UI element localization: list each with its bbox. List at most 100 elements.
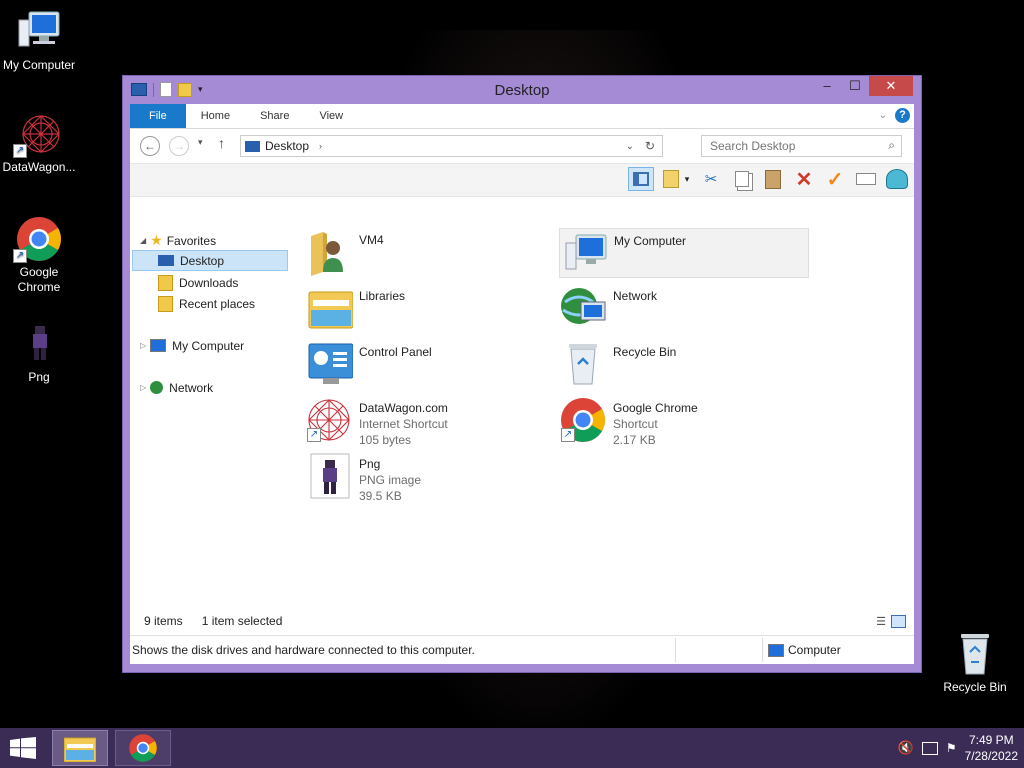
- file-item[interactable]: Libraries: [305, 284, 555, 334]
- expand-ribbon-icon[interactable]: ⌄: [879, 110, 887, 121]
- navigation-bar: ← → ▾ ↑ Desktop › ⌄ ↻ Search Desktop ⌕: [130, 129, 914, 163]
- taskbar-file-explorer[interactable]: [52, 730, 108, 766]
- network-icon: [559, 284, 609, 334]
- status-bar: 9 items 1 item selected ☰: [130, 610, 914, 632]
- file-name: VM4: [359, 233, 384, 247]
- chrome-icon: ↗: [559, 396, 609, 446]
- refresh-icon[interactable]: ↻: [645, 139, 655, 153]
- minimize-button[interactable]: –: [813, 76, 841, 96]
- copy-button[interactable]: [729, 167, 755, 191]
- desktop-icon-png[interactable]: Png: [0, 320, 79, 385]
- network-icon: [150, 381, 164, 394]
- desktop-icon-label: DataWagon...: [2, 160, 76, 174]
- file-item[interactable]: VM4: [305, 228, 555, 278]
- tab-view[interactable]: View: [304, 104, 358, 128]
- breadcrumb-chevron-icon[interactable]: ›: [319, 141, 322, 151]
- title-bar[interactable]: ▾ Desktop – ☐ ✕: [123, 76, 921, 104]
- file-name: Libraries: [359, 289, 406, 303]
- checklist-icon: [662, 170, 679, 188]
- details-description: Shows the disk drives and hardware conne…: [132, 643, 475, 657]
- computer-icon: [560, 229, 610, 279]
- cut-button[interactable]: ✂: [698, 167, 724, 191]
- file-item[interactable]: Png PNG image 39.5 KB: [305, 452, 555, 503]
- explorer-window[interactable]: ▾ Desktop – ☐ ✕ File Home Share View ⌄ ?…: [122, 75, 922, 673]
- desktop-icon-recycle-bin[interactable]: Recycle Bin: [935, 630, 1015, 695]
- start-button[interactable]: [10, 737, 36, 762]
- close-button[interactable]: ✕: [869, 76, 913, 96]
- up-button[interactable]: ↑: [218, 135, 225, 151]
- address-dropdown-icon[interactable]: ⌄: [626, 141, 634, 152]
- datawagon-icon: ↗: [13, 110, 63, 158]
- file-item[interactable]: ↗ DataWagon.com Internet Shortcut 105 by…: [305, 396, 555, 447]
- address-location[interactable]: Desktop: [265, 139, 309, 153]
- select-button[interactable]: ▾: [659, 167, 693, 191]
- network-status-icon[interactable]: [921, 741, 938, 755]
- back-button[interactable]: ←: [140, 136, 160, 156]
- tab-share[interactable]: Share: [245, 104, 304, 128]
- address-bar[interactable]: Desktop › ⌄ ↻: [240, 135, 663, 157]
- computer-icon: [768, 643, 784, 657]
- nav-network[interactable]: ▷ Network: [140, 377, 280, 398]
- file-name: Network: [613, 289, 658, 303]
- preview-pane-button[interactable]: [628, 167, 654, 191]
- delete-button[interactable]: ✕: [791, 167, 817, 191]
- volume-muted-icon[interactable]: 🔇: [898, 740, 914, 756]
- rename-button[interactable]: [853, 167, 879, 191]
- clipboard-icon: [765, 169, 781, 189]
- chrome-icon: ↗: [13, 215, 63, 263]
- nav-recent-places-label: Recent places: [179, 296, 256, 311]
- nav-favorites[interactable]: ◢ ★ Favorites: [140, 230, 280, 251]
- expand-arrow-icon[interactable]: ▷: [140, 383, 146, 392]
- file-item[interactable]: ↗ Google Chrome Shortcut 2.17 KB: [559, 396, 809, 447]
- window-title: Desktop: [494, 82, 550, 99]
- search-box[interactable]: Search Desktop ⌕: [701, 135, 902, 157]
- item-count: 9 items: [144, 614, 183, 628]
- nav-recent-places[interactable]: Recent places: [158, 293, 288, 314]
- taskbar-google-chrome[interactable]: [115, 730, 171, 766]
- file-type: Internet Shortcut: [359, 417, 448, 431]
- checkmark-icon: ✓: [826, 168, 844, 191]
- desktop-location-icon: [245, 140, 260, 152]
- recycle-bin-icon: [951, 630, 999, 678]
- collapse-arrow-icon[interactable]: ◢: [140, 236, 146, 245]
- file-item[interactable]: Recycle Bin: [559, 340, 809, 390]
- nav-downloads[interactable]: Downloads: [158, 272, 288, 293]
- file-size: 39.5 KB: [359, 489, 402, 503]
- paste-button[interactable]: [760, 167, 786, 191]
- large-icons-view-icon[interactable]: [891, 614, 906, 628]
- window-controls: – ☐ ✕: [813, 76, 913, 96]
- clock[interactable]: 7:49 PM 7/28/2022: [965, 732, 1018, 764]
- action-center-flag-icon[interactable]: ⚑: [946, 741, 957, 755]
- desktop-icon-datawagon[interactable]: ↗ DataWagon...: [0, 110, 79, 175]
- nav-downloads-label: Downloads: [179, 275, 239, 290]
- shell-button[interactable]: [884, 167, 910, 191]
- maximize-button[interactable]: ☐: [841, 76, 869, 96]
- properties-button[interactable]: ✓: [822, 167, 848, 191]
- shortcut-arrow-icon: ↗: [561, 428, 575, 442]
- search-icon[interactable]: ⌕: [888, 138, 895, 153]
- details-view-icon[interactable]: ☰: [876, 615, 886, 628]
- png-image-icon: [305, 452, 355, 502]
- file-item[interactable]: Control Panel: [305, 340, 555, 390]
- recycle-bin-icon: [559, 340, 609, 390]
- tab-home[interactable]: Home: [186, 104, 245, 128]
- desktop-icon-chrome[interactable]: ↗ Google Chrome: [0, 215, 79, 295]
- forward-button[interactable]: →: [169, 136, 189, 156]
- nav-my-computer[interactable]: ▷ My Computer: [140, 335, 280, 356]
- file-item-selected[interactable]: My Computer: [559, 228, 809, 278]
- window-body: File Home Share View ⌄ ? ← → ▾ ↑ Desktop…: [130, 104, 914, 664]
- expand-arrow-icon[interactable]: ▷: [140, 341, 146, 350]
- computer-icon: [15, 8, 63, 56]
- desktop-icon-label: My Computer: [2, 58, 76, 72]
- downloads-icon: [158, 274, 173, 291]
- scissors-icon: ✂: [704, 171, 718, 188]
- tab-file[interactable]: File: [130, 104, 186, 128]
- search-input[interactable]: Search Desktop: [702, 139, 795, 153]
- desktop-icon-label: Recycle Bin: [943, 680, 1007, 694]
- file-item[interactable]: Network: [559, 284, 809, 334]
- dropdown-arrow-icon: ▾: [684, 173, 690, 184]
- recent-locations-button[interactable]: ▾: [198, 137, 203, 148]
- desktop-icon-my-computer[interactable]: My Computer: [0, 8, 79, 73]
- help-icon[interactable]: ?: [895, 108, 910, 123]
- nav-desktop[interactable]: Desktop: [132, 250, 288, 271]
